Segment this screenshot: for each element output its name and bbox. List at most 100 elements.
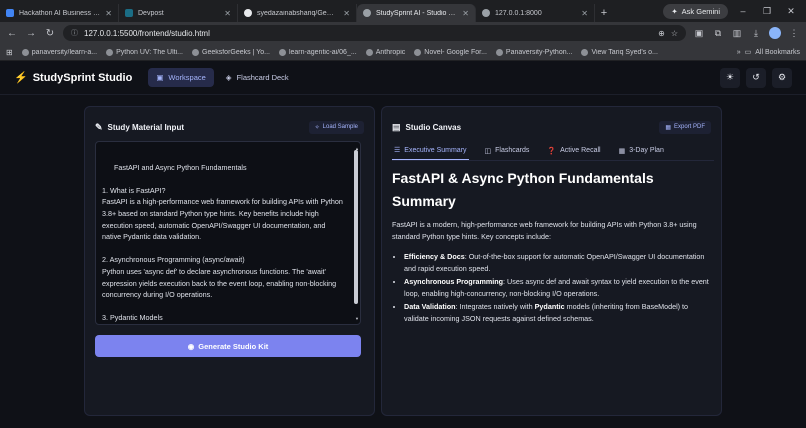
bookmark-label: Panaversity-Python... <box>505 48 573 56</box>
export-pdf-button[interactable]: ▦ Export PDF <box>659 120 711 134</box>
download-icon[interactable]: ⤓ <box>750 28 762 39</box>
sidepanel-icon[interactable]: ▥ <box>731 28 743 39</box>
layers-icon: ◈ <box>225 73 232 82</box>
workspace-icon: ▣ <box>156 73 164 82</box>
tab-title: syedazainabshariq/Gemini30 <box>257 9 339 17</box>
tab-3-day-plan[interactable]: ▦ 3-Day Plan <box>617 141 666 160</box>
browser-tab[interactable]: syedazainabshariq/Gemini30 ✕ <box>238 4 357 22</box>
all-bookmarks-button[interactable]: » ▭ All Bookmarks <box>737 48 800 57</box>
list-icon: ☰ <box>394 147 401 154</box>
history-button[interactable]: ↺ <box>746 67 766 88</box>
nav-tab-flashcard-deck[interactable]: ◈ Flashcard Deck <box>218 68 297 87</box>
ask-gemini-button[interactable]: ✦ Ask Gemini <box>663 3 728 19</box>
puzzle-icon[interactable]: ⧉ <box>712 28 724 39</box>
globe-icon <box>581 48 589 56</box>
tab-title: Hackathon AI Business Plan - <box>19 9 100 17</box>
browser-tab-active[interactable]: StudySprint AI - Studio Works ✕ <box>357 4 476 22</box>
url-input[interactable]: ⓘ 127.0.0.1:5500/frontend/studio.html ⊕ … <box>63 25 686 41</box>
settings-button[interactable]: ⚙ <box>772 67 792 88</box>
back-icon[interactable]: ← <box>6 28 18 39</box>
close-icon[interactable]: ✕ <box>224 9 231 18</box>
apps-icon[interactable]: ⊞ <box>6 48 13 57</box>
tab-active-recall[interactable]: ❓ Active Recall <box>545 141 602 160</box>
bullet-term: Asynchronous Programming <box>404 277 504 286</box>
close-icon[interactable]: ✕ <box>462 9 469 18</box>
nav-tab-workspace[interactable]: ▣ Workspace <box>148 68 214 87</box>
bookmark-label: panaversity/learn-a... <box>31 48 98 56</box>
site-info-icon[interactable]: ⓘ <box>71 28 78 38</box>
study-material-text: FastAPI and Async Python Fundamentals 1.… <box>102 162 343 323</box>
browser-tab[interactable]: Hackathon AI Business Plan - ✕ <box>0 4 119 22</box>
ask-gemini-label: Ask Gemini <box>681 6 720 16</box>
chevron-right-icon[interactable]: » <box>737 49 741 56</box>
bullet-term: Pydantic <box>534 302 565 311</box>
panel-title: ▤ Studio Canvas <box>392 122 461 133</box>
menu-icon[interactable]: ⋮ <box>788 28 800 39</box>
bookmark-label: GeeksforGeeks | Yo... <box>202 48 270 56</box>
study-material-textarea[interactable]: FastAPI and Async Python Fundamentals 1.… <box>95 141 361 325</box>
load-sample-label: Load Sample <box>322 124 358 130</box>
load-sample-button[interactable]: ✧ Load Sample <box>308 120 364 134</box>
avatar[interactable] <box>769 27 781 39</box>
generate-studio-kit-button[interactable]: ◉ Generate Studio Kit <box>95 335 361 357</box>
brand-title: StudySprint Studio <box>32 71 133 84</box>
tab-label: 3-Day Plan <box>629 147 664 154</box>
forward-icon[interactable]: → <box>25 28 37 39</box>
bookmark-item[interactable]: Novel- Google For... <box>414 48 487 56</box>
bookmark-item[interactable]: Python UV: The Ulti... <box>106 48 183 56</box>
browser-tab-strip: Hackathon AI Business Plan - ✕ Devpost ✕… <box>0 0 806 22</box>
minimize-icon[interactable]: – <box>734 6 752 16</box>
github-icon <box>278 48 286 56</box>
magic-wand-icon: ✧ <box>314 124 320 131</box>
theme-toggle-button[interactable]: ☀ <box>720 67 740 88</box>
studio-app: ⚡ StudySprint Studio ▣ Workspace ◈ Flash… <box>0 61 806 428</box>
github-icon <box>21 48 29 56</box>
reload-icon[interactable]: ↻ <box>44 28 56 39</box>
globe-icon <box>365 48 373 56</box>
bookmark-item[interactable]: Anthropic <box>365 48 405 56</box>
scroll-down-icon[interactable]: ▼ <box>355 313 359 324</box>
folder-icon: ▭ <box>744 49 752 56</box>
nav-tab-label: Flashcard Deck <box>236 73 289 82</box>
edit-document-icon: ✎ <box>95 121 103 132</box>
bookmark-item[interactable]: panaversity/learn-a... <box>21 48 98 56</box>
globe-icon <box>414 48 422 56</box>
bookmarks-bar: ⊞ panaversity/learn-a... Python UV: The … <box>0 44 806 61</box>
canvas-tabs: ☰ Executive Summary ◫ Flashcards ❓ Activ… <box>392 141 714 161</box>
close-icon[interactable]: ✕ <box>105 9 112 18</box>
browser-tab[interactable]: Devpost ✕ <box>119 4 238 22</box>
stack-icon: ◫ <box>484 147 492 155</box>
browser-tab[interactable]: 127.0.0.1:8000 ✕ <box>476 4 595 22</box>
bookmark-item[interactable]: Panaversity-Python... <box>495 48 573 56</box>
extension-icon[interactable]: ▣ <box>693 28 705 39</box>
scrollbar[interactable]: ▲ ▼ <box>354 144 359 324</box>
close-icon[interactable]: ✕ <box>581 9 588 18</box>
sun-icon: ☀ <box>725 72 735 82</box>
pdf-icon: ▦ <box>665 124 671 131</box>
nav-tab-label: Workspace <box>168 73 206 82</box>
bookmark-item[interactable]: View Tariq Syed's o... <box>581 48 658 56</box>
zoom-icon[interactable]: ⊕ <box>658 29 665 38</box>
panel-title-text: Studio Canvas <box>405 122 462 132</box>
list-item: Data Validation: Integrates natively wit… <box>404 301 714 324</box>
globe-icon <box>192 48 199 56</box>
bookmark-item[interactable]: learn-agentic-ai/06_... <box>278 48 357 56</box>
tab-executive-summary[interactable]: ☰ Executive Summary <box>392 141 469 160</box>
globe-icon <box>363 9 371 17</box>
new-tab-button[interactable]: + <box>595 4 613 22</box>
bookmark-label: View Tariq Syed's o... <box>591 48 658 56</box>
doc-icon <box>6 9 14 17</box>
restore-icon[interactable]: ❐ <box>758 6 776 17</box>
close-window-icon[interactable]: ✕ <box>782 6 800 17</box>
bookmark-item[interactable]: GeeksforGeeks | Yo... <box>192 48 270 56</box>
bookmark-star-icon[interactable]: ☆ <box>671 29 678 38</box>
summary-intro: FastAPI is a modern, high-performance we… <box>392 220 697 241</box>
scrollbar-thumb[interactable] <box>354 150 358 304</box>
tab-title: StudySprint AI - Studio Works <box>376 9 457 17</box>
bolt-icon: ⚡ <box>14 72 28 84</box>
history-icon: ↺ <box>752 72 760 82</box>
devpost-icon <box>125 9 133 17</box>
tab-flashcards[interactable]: ◫ Flashcards <box>483 141 532 160</box>
sparkle-icon: ◉ <box>187 341 195 351</box>
close-icon[interactable]: ✕ <box>343 9 350 18</box>
